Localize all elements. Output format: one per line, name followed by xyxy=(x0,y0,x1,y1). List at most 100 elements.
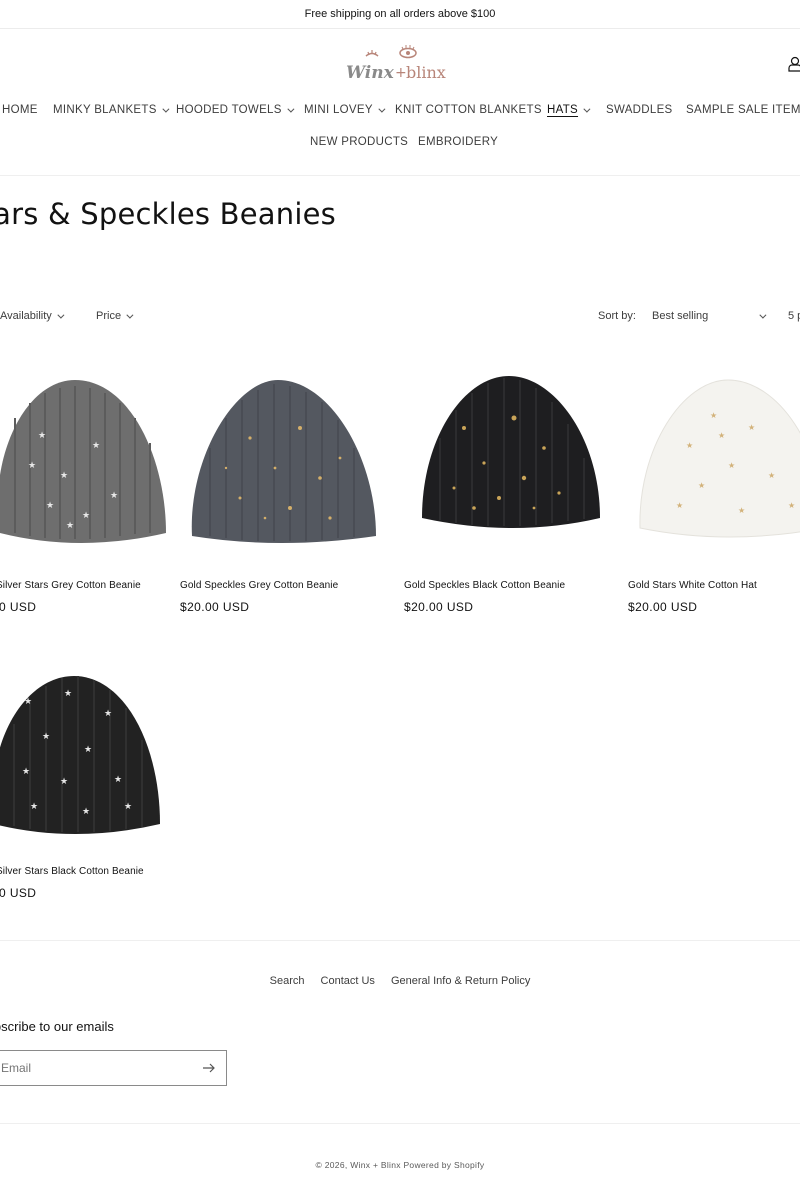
nav-item-new-products[interactable]: NEW PRODUCTS xyxy=(310,136,408,148)
product-title[interactable]: Silver Stars Black Cotton Beanie xyxy=(0,866,144,877)
nav-label: HOODED TOWELS xyxy=(176,104,282,116)
svg-text:★: ★ xyxy=(788,501,795,510)
nav-label: SAMPLE SALE ITEMS xyxy=(686,104,800,116)
nav-label: HOME xyxy=(2,104,38,116)
nav-label: MINI LOVEY xyxy=(304,104,373,116)
copyright: © 2026, Winx + Blinx Powered by Shopify xyxy=(315,1160,485,1170)
product-image[interactable]: ★ ★ ★ ★ ★ ★ ★ ★ ★ ★ xyxy=(628,368,800,568)
svg-text:★: ★ xyxy=(768,471,775,480)
svg-text:★: ★ xyxy=(698,481,705,490)
price-filter[interactable]: Price xyxy=(96,310,134,322)
product-title[interactable]: Gold Speckles Black Cotton Beanie xyxy=(404,580,565,591)
svg-text:★: ★ xyxy=(60,777,68,787)
chevron-down-icon xyxy=(57,311,65,319)
svg-text:★: ★ xyxy=(92,441,100,451)
product-image[interactable] xyxy=(180,368,376,568)
availability-filter-label: Availability xyxy=(0,310,52,322)
product-card[interactable] xyxy=(180,368,376,568)
svg-text:★: ★ xyxy=(110,491,118,501)
nav-item-home[interactable]: HOME xyxy=(2,104,38,116)
product-card[interactable]: ★ ★ ★ ★ ★ ★ ★ ★ ★ ★ xyxy=(628,368,800,568)
chevron-down-icon xyxy=(126,311,134,319)
svg-text:★: ★ xyxy=(676,501,683,510)
footer-link-general-info[interactable]: General Info & Return Policy xyxy=(391,975,530,987)
email-field[interactable] xyxy=(1,1061,181,1075)
svg-text:★: ★ xyxy=(104,709,112,719)
logo-text-right: blinx xyxy=(406,63,446,82)
product-price: $20.00 USD xyxy=(0,600,37,614)
product-image[interactable]: ★ ★ ★ ★ ★ ★ ★ ★ ★ ★ ★ xyxy=(0,664,160,864)
chevron-down-icon xyxy=(287,105,295,113)
svg-text:★: ★ xyxy=(38,431,46,441)
svg-text:★: ★ xyxy=(22,767,30,777)
beanie-image: ★ ★ ★ ★ ★ ★ ★ ★ ★ ★ ★ xyxy=(0,676,160,834)
product-title[interactable]: Gold Stars White Cotton Hat xyxy=(628,580,757,591)
footer-links: Search Contact Us General Info & Return … xyxy=(0,975,800,987)
chevron-down-icon xyxy=(378,105,386,113)
chevron-down-icon xyxy=(583,105,591,113)
nav-item-swaddles[interactable]: SWADDLES xyxy=(606,104,673,116)
product-price: $20.00 USD xyxy=(404,600,474,614)
svg-text:★: ★ xyxy=(82,511,90,521)
brand-logo[interactable]: Winx + blinx xyxy=(346,44,454,84)
svg-text:★: ★ xyxy=(30,802,38,812)
footer-divider xyxy=(0,940,800,941)
svg-text:★: ★ xyxy=(60,471,68,481)
product-card[interactable]: ★ ★ ★ ★ ★ ★ ★ ★ xyxy=(0,368,166,568)
svg-text:★: ★ xyxy=(124,802,132,812)
sort-select[interactable]: Best selling xyxy=(652,310,767,322)
svg-text:★: ★ xyxy=(42,732,50,742)
eye-lashes-logo-icon: Winx + blinx xyxy=(346,45,446,83)
sort-label: Sort by: xyxy=(598,310,636,322)
nav-label: EMBROIDERY xyxy=(418,136,499,148)
nav-label: KNIT COTTON BLANKETS xyxy=(395,104,542,116)
nav-item-embroidery[interactable]: EMBROIDERY xyxy=(418,136,498,148)
svg-text:★: ★ xyxy=(64,689,72,699)
product-price: $20.00 USD xyxy=(0,886,37,900)
cart-icon[interactable] xyxy=(788,56,800,72)
header-divider xyxy=(0,175,800,176)
arrow-right-icon[interactable] xyxy=(202,1062,216,1074)
beanie-image xyxy=(422,376,600,528)
svg-text:★: ★ xyxy=(728,461,735,470)
nav-item-hooded-towels[interactable]: HOODED TOWELS xyxy=(176,104,295,116)
svg-text:★: ★ xyxy=(82,807,90,817)
beanie-image: ★ ★ ★ ★ ★ ★ ★ ★ xyxy=(0,380,166,543)
nav-item-minky-blankets[interactable]: MINKY BLANKETS xyxy=(53,104,170,116)
svg-text:★: ★ xyxy=(84,745,92,755)
product-image[interactable] xyxy=(404,368,600,568)
nav-item-mini-lovey[interactable]: MINI LOVEY xyxy=(304,104,386,116)
product-price: $20.00 USD xyxy=(628,600,698,614)
bottom-divider xyxy=(0,1123,800,1124)
product-count: 5 products xyxy=(788,310,800,322)
svg-text:★: ★ xyxy=(114,775,122,785)
announcement-bar: Free shipping on all orders above $100 xyxy=(0,0,800,29)
footer-link-search[interactable]: Search xyxy=(270,975,305,987)
product-title[interactable]: Gold Speckles Grey Cotton Beanie xyxy=(180,580,338,591)
product-card[interactable]: ★ ★ ★ ★ ★ ★ ★ ★ ★ ★ ★ xyxy=(0,664,160,864)
product-image[interactable]: ★ ★ ★ ★ ★ ★ ★ ★ xyxy=(0,368,166,568)
nav-item-knit-cotton-blankets[interactable]: KNIT COTTON BLANKETS xyxy=(395,104,542,116)
newsletter-heading: Subscribe to our emails xyxy=(0,1019,114,1034)
nav-item-sample-sale-items[interactable]: SAMPLE SALE ITEMS xyxy=(686,104,800,116)
logo-text-left: Winx xyxy=(346,63,395,83)
svg-text:★: ★ xyxy=(28,461,36,471)
nav-label: NEW PRODUCTS xyxy=(310,136,409,148)
announcement-text: Free shipping on all orders above $100 xyxy=(304,8,496,20)
svg-text:★: ★ xyxy=(24,697,32,707)
beanie-image xyxy=(191,380,376,543)
sort-value: Best selling xyxy=(652,310,709,322)
beanie-image: ★ ★ ★ ★ ★ ★ ★ ★ ★ ★ xyxy=(639,379,800,538)
svg-text:★: ★ xyxy=(748,423,755,432)
nav-label: SWADDLES xyxy=(606,104,673,116)
product-card[interactable] xyxy=(404,368,600,568)
product-price: $20.00 USD xyxy=(180,600,250,614)
svg-text:★: ★ xyxy=(718,431,725,440)
footer-link-contact[interactable]: Contact Us xyxy=(321,975,375,987)
nav-item-hats[interactable]: HATS xyxy=(547,104,591,116)
product-title[interactable]: Silver Stars Grey Cotton Beanie xyxy=(0,580,141,591)
availability-filter[interactable]: Availability xyxy=(0,310,65,322)
price-filter-label: Price xyxy=(96,310,122,322)
svg-text:★: ★ xyxy=(710,411,717,420)
nav-label: MINKY BLANKETS xyxy=(53,104,157,116)
